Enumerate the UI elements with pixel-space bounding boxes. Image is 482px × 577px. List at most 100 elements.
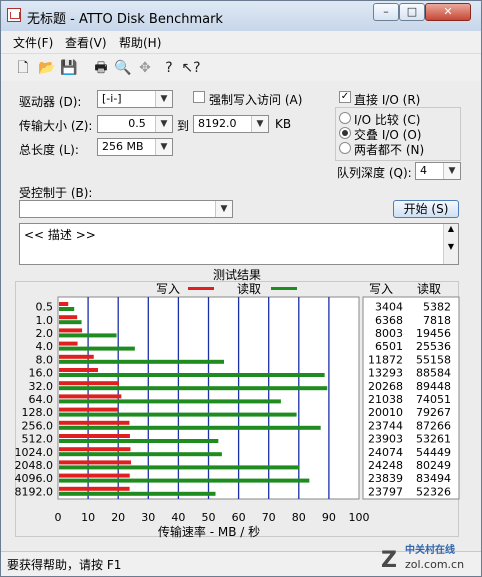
category-label: 4096.0: [15, 472, 54, 485]
read-value: 54449: [416, 446, 451, 459]
write-bar: [59, 434, 130, 438]
read-bar: [59, 386, 328, 391]
read-value: 74051: [416, 393, 451, 406]
read-bar: [59, 320, 82, 325]
x-tick-label: 0: [55, 511, 62, 524]
read-value: 89448: [416, 380, 451, 393]
read-bar: [59, 333, 117, 338]
watermark-url: zol.com.cn: [405, 558, 464, 571]
write-bar: [59, 368, 99, 372]
read-value: 80249: [416, 459, 451, 472]
write-bar: [59, 354, 94, 359]
app-window: 无标题 - ATTO Disk Benchmark – □ ✕ 文件(F) 查看…: [0, 0, 482, 577]
write-bar: [59, 473, 130, 478]
category-label: 16.0: [29, 367, 54, 380]
x-tick-label: 10: [81, 511, 95, 524]
category-label: 512.0: [22, 433, 54, 446]
write-bar: [59, 328, 83, 333]
read-bar: [59, 425, 321, 430]
read-value: 79267: [416, 406, 451, 419]
read-bar: [59, 373, 325, 377]
status-text: 要获得帮助，请按 F1: [7, 558, 122, 572]
write-value: 6368: [375, 314, 403, 327]
write-value: 3404: [375, 301, 403, 314]
read-value: 88584: [416, 367, 451, 380]
write-value: 21038: [368, 393, 403, 406]
category-label: 4.0: [36, 340, 54, 353]
write-bar: [59, 315, 78, 320]
write-bar: [59, 407, 119, 412]
legend-write-swatch: [188, 287, 214, 290]
write-bar: [59, 420, 130, 425]
read-bar: [59, 452, 222, 457]
x-tick-label: 20: [111, 511, 125, 524]
read-value: 53261: [416, 433, 451, 446]
read-value: 83494: [416, 472, 451, 485]
x-tick-label: 60: [232, 511, 246, 524]
write-bar: [59, 460, 131, 465]
read-value: 52326: [416, 485, 451, 498]
read-bar: [59, 412, 297, 417]
write-value: 11872: [368, 353, 403, 366]
category-label: 1024.0: [15, 446, 54, 459]
x-tick-label: 50: [202, 511, 216, 524]
write-value: 6501: [375, 340, 403, 353]
read-bar: [59, 399, 281, 404]
category-label: 32.0: [29, 380, 54, 393]
write-value: 23744: [368, 419, 403, 432]
category-label: 0.5: [36, 301, 54, 314]
read-bar: [59, 359, 225, 364]
write-value: 23903: [368, 433, 403, 446]
write-value: 23839: [368, 472, 403, 485]
read-bar: [59, 307, 75, 311]
x-tick-label: 80: [292, 511, 306, 524]
read-value: 5382: [423, 301, 451, 314]
write-bar: [59, 341, 78, 346]
category-label: 8192.0: [15, 485, 54, 498]
read-value: 87266: [416, 419, 451, 432]
x-tick-label: 90: [322, 511, 336, 524]
write-value: 8003: [375, 327, 403, 340]
category-label: 256.0: [22, 419, 54, 432]
category-label: 1.0: [36, 314, 54, 327]
write-bar: [59, 447, 131, 452]
x-tick-label: 30: [141, 511, 155, 524]
read-bar: [59, 439, 219, 443]
write-value: 20268: [368, 380, 403, 393]
watermark-logo-z: Z: [381, 548, 397, 573]
zol-watermark: Z 中关村在线 zol.com.cn: [371, 541, 479, 575]
category-label: 64.0: [29, 393, 54, 406]
write-value: 13293: [368, 367, 403, 380]
read-bar: [59, 465, 300, 470]
x-tick-label: 40: [171, 511, 185, 524]
write-bar: [59, 302, 69, 306]
read-bar: [59, 478, 310, 483]
read-value: 19456: [416, 327, 451, 340]
write-value: 24248: [368, 459, 403, 472]
write-value: 23797: [368, 485, 403, 498]
x-tick-label: 100: [349, 511, 370, 524]
read-value: 25536: [416, 340, 451, 353]
write-column-header: 写入: [369, 282, 393, 296]
read-bar: [59, 491, 216, 496]
category-label: 8.0: [36, 353, 54, 366]
legend-write-label: 写入: [156, 282, 180, 296]
read-bar: [59, 346, 135, 351]
read-value: 7818: [423, 314, 451, 327]
x-axis-label: 传输速率 - MB / 秒: [158, 524, 260, 539]
write-value: 24074: [368, 446, 403, 459]
watermark-cn: 中关村在线: [405, 543, 455, 556]
benchmark-chart: 0 10 20 30 40 50 60 70 80 90 100 传输速率 - MB / 秒 0.5 34…: [15, 282, 460, 539]
category-label: 128.0: [22, 406, 54, 419]
read-value: 55158: [416, 353, 451, 366]
read-column-header: 读取: [417, 282, 441, 296]
write-value: 20010: [368, 406, 403, 419]
category-label: 2.0: [36, 327, 54, 340]
write-bar: [59, 394, 122, 399]
legend-read-swatch: [271, 287, 297, 290]
category-label: 2048.0: [15, 459, 54, 472]
legend-read-label: 读取: [237, 282, 261, 296]
write-bar: [59, 381, 120, 386]
write-bar: [59, 486, 130, 491]
x-tick-label: 70: [262, 511, 276, 524]
